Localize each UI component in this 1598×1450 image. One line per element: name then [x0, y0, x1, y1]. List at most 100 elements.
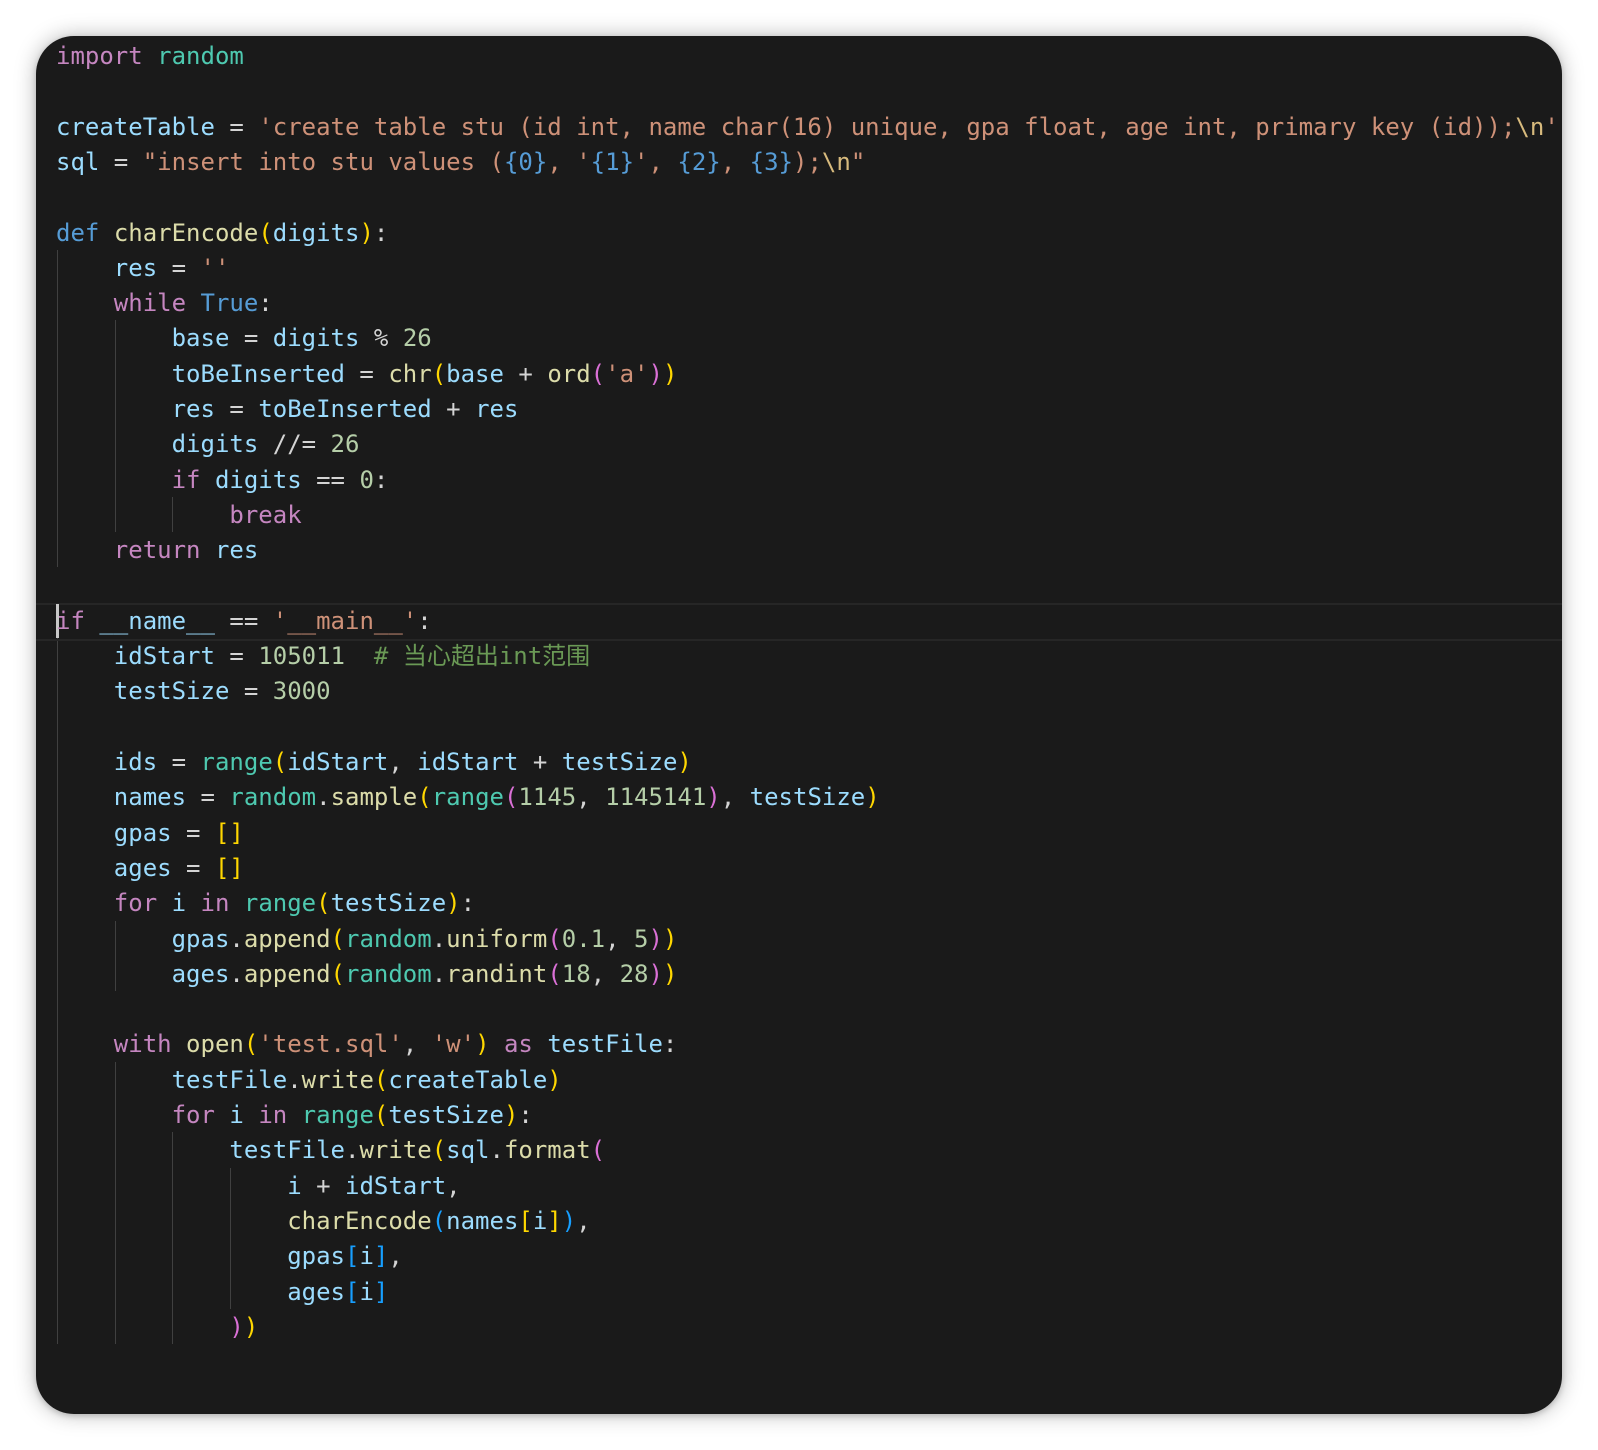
code-line[interactable]: if __name__ == '__main__': — [56, 603, 432, 639]
code-line[interactable]: return res — [56, 532, 259, 568]
code-token: range — [200, 748, 273, 776]
code-line[interactable]: res = toBeInserted + res — [56, 391, 519, 427]
code-token: ( — [243, 1030, 259, 1059]
code-token: '__main__' — [272, 606, 418, 635]
code-token: 'a' — [605, 359, 649, 388]
code-token: '' — [200, 253, 230, 282]
code-line[interactable]: while True: — [56, 285, 273, 321]
code-token: 26 — [330, 430, 360, 459]
code-line[interactable]: for i in range(testSize): — [56, 885, 475, 921]
code-line[interactable]: toBeInserted = chr(base + ord('a')) — [56, 356, 678, 392]
code-line[interactable]: res = '' — [56, 250, 230, 286]
code-line[interactable]: )) — [56, 1309, 258, 1345]
code-token: = — [186, 783, 230, 812]
code-token: ) — [503, 1101, 519, 1129]
code-line[interactable]: ages[i] — [56, 1274, 388, 1310]
code-token: ) — [662, 959, 678, 988]
code-token: ) — [648, 959, 663, 988]
code-token: res — [171, 395, 215, 423]
code-token: ) — [446, 889, 461, 918]
code-token: ] — [547, 1206, 562, 1235]
code-token: , — [720, 783, 750, 812]
code-token: {3} — [749, 147, 794, 176]
code-line[interactable]: import random — [56, 38, 244, 74]
code-token: i — [171, 889, 187, 918]
code-line[interactable]: if digits == 0: — [56, 462, 389, 498]
code-token: ( — [373, 1101, 389, 1129]
code-token: == — [214, 606, 273, 635]
code-line[interactable]: with open('test.sql', 'w') as testFile: — [56, 1026, 678, 1062]
code-token: [] — [214, 818, 244, 847]
code-line[interactable]: names = random.sample(range(1145, 114514… — [56, 779, 880, 815]
code-line[interactable]: ages = [] — [56, 850, 244, 886]
code-line[interactable]: testFile.write(sql.format( — [56, 1132, 605, 1168]
code-line[interactable]: digits //= 26 — [56, 426, 360, 462]
code-token: , — [720, 147, 750, 176]
code-token: , — [576, 783, 606, 812]
code-token: = — [344, 359, 389, 388]
code-token: idStart — [345, 1171, 447, 1200]
code-line[interactable]: i + idStart, — [56, 1168, 460, 1204]
code-token: ); — [793, 147, 822, 176]
code-token: i — [229, 1101, 244, 1129]
code-token: : — [518, 1101, 533, 1129]
code-line[interactable]: ages.append(random.randint(18, 28)) — [56, 956, 678, 992]
code-token: ages — [171, 959, 230, 988]
code-line[interactable]: ids = range(idStart, idStart + testSize) — [56, 744, 692, 780]
code-token: for — [113, 889, 158, 918]
code-line[interactable]: createTable = 'create table stu (id int,… — [56, 109, 1559, 145]
code-token: toBeInserted — [258, 395, 432, 423]
code-token: ) — [662, 359, 678, 388]
code-line[interactable]: def charEncode(digits): — [56, 215, 388, 251]
code-line[interactable]: sql = "insert into stu values ({0}, '{1}… — [56, 144, 865, 180]
code-token: ) — [865, 783, 880, 812]
code-token: , — [388, 1242, 403, 1271]
code-line[interactable]: for i in range(testSize): — [56, 1097, 533, 1133]
code-token: 28 — [619, 959, 649, 988]
code-token: charEncode — [113, 218, 259, 247]
code-token: ] — [373, 1242, 389, 1271]
code-token: range — [243, 889, 317, 918]
code-line[interactable]: testFile.write(createTable) — [56, 1062, 562, 1098]
code-line[interactable]: charEncode(names[i]), — [56, 1203, 590, 1239]
code-token: [ — [518, 1206, 533, 1235]
code-token: testSize — [749, 783, 866, 812]
code-token: names — [446, 1206, 519, 1235]
code-token: : — [417, 606, 432, 635]
code-token: write — [359, 1136, 432, 1165]
code-token: ( — [590, 1136, 606, 1165]
code-token: 105011 — [258, 642, 346, 671]
code-line[interactable]: idStart = 105011 # 当心超出int范围 — [56, 638, 590, 674]
code-token: ( — [373, 1065, 389, 1094]
code-line[interactable]: base = digits % 26 — [56, 320, 432, 356]
code-line[interactable]: gpas = [] — [56, 815, 244, 851]
code-token: testSize — [113, 677, 230, 706]
code-token: toBeInserted — [171, 359, 345, 388]
code-line[interactable]: gpas.append(random.uniform(0.1, 5)) — [56, 921, 678, 957]
code-token: + — [301, 1171, 345, 1200]
code-token: return — [113, 536, 201, 565]
code-token: 0 — [359, 465, 374, 494]
code-token: ) — [243, 1312, 259, 1341]
code-token: : — [460, 889, 476, 918]
code-token: i — [359, 1242, 374, 1271]
code-token: append — [243, 959, 331, 988]
code-token: ( — [431, 1136, 447, 1165]
code-token: ) — [706, 783, 721, 812]
code-token: with — [113, 1030, 172, 1059]
code-line[interactable]: testSize = 3000 — [56, 673, 331, 709]
code-line[interactable]: break — [56, 497, 301, 533]
code-token: . — [489, 1136, 504, 1165]
code-token: digits — [171, 430, 259, 459]
code-area[interactable]: import random createTable = 'create table… — [36, 36, 1562, 1414]
code-token: range — [431, 783, 504, 812]
code-line[interactable]: gpas[i], — [56, 1238, 403, 1274]
